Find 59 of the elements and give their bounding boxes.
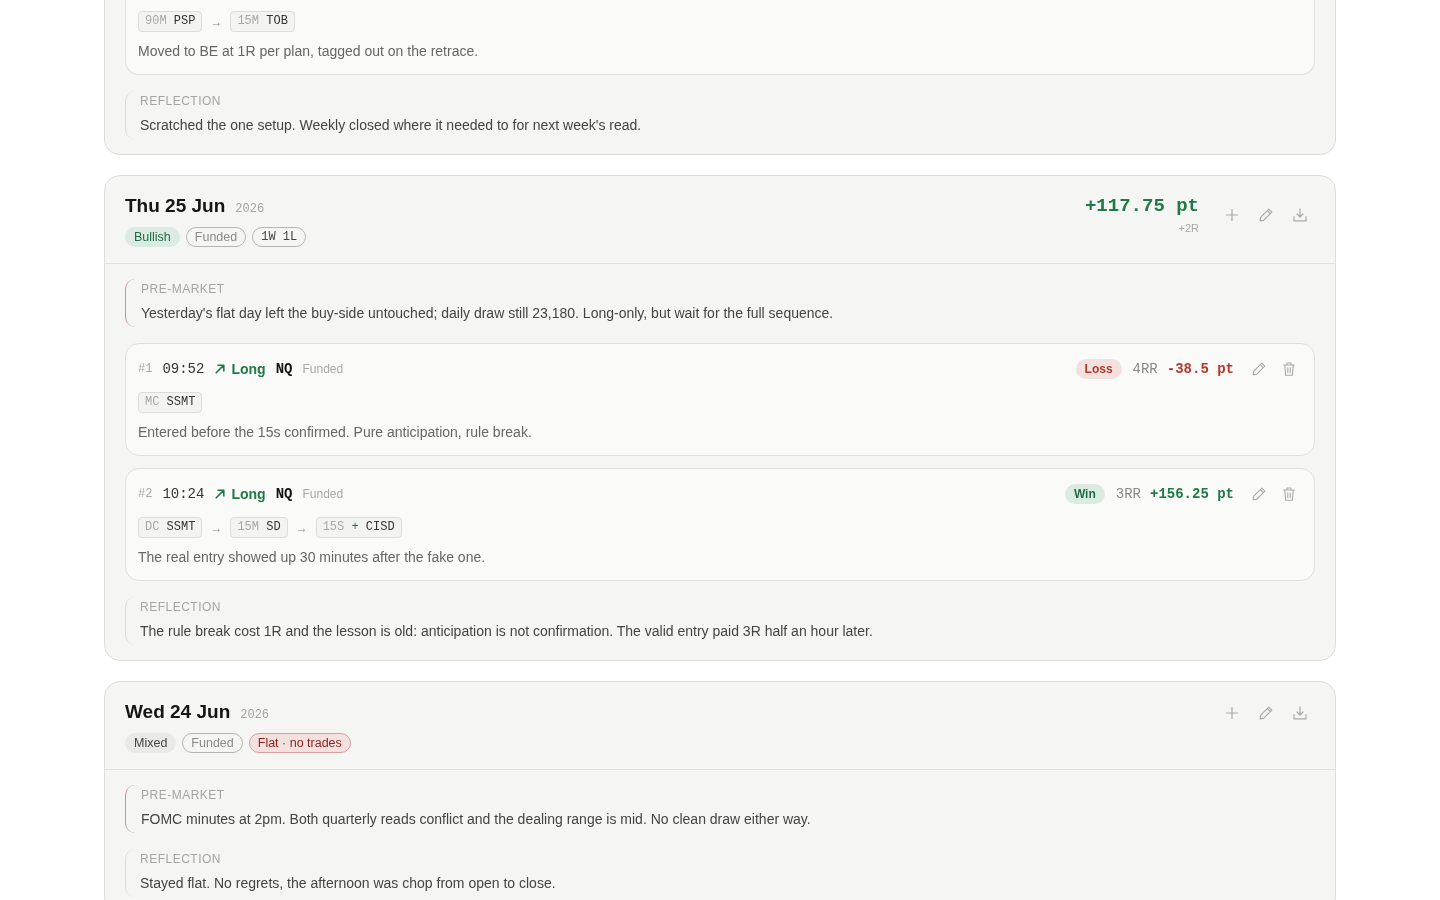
trash-icon	[1283, 487, 1295, 501]
trade-note: Moved to BE at 1R per plan, tagged out on the retrace.	[138, 42, 480, 61]
r-multiple: +2R	[1177, 221, 1199, 235]
note-text: Yesterday's flat day left the buy-side untouched; daily draw still 23,180. Long-only, but wait for the full sequence.	[141, 304, 835, 323]
up-right-arrow-icon	[215, 489, 226, 499]
year-label: 2026	[240, 708, 270, 722]
trade-number: #1	[138, 362, 153, 376]
note-label: PRE-MARKET	[141, 281, 226, 297]
setup-chip: 15S + CISD	[315, 517, 402, 538]
outcome-badge: Loss	[1075, 359, 1122, 379]
trade-pnl: +156.25 pt	[1150, 486, 1234, 502]
risk-reward-label: 4RR	[1132, 361, 1158, 377]
status-tag: Flat · no trades	[248, 733, 351, 753]
note-text: The rule break cost 1R and the lesson is old: anticipation is not confirmation. The valid entry paid 3R half an hour later.	[140, 622, 874, 641]
setup-chip: 15M TOB	[230, 11, 295, 32]
plus-icon	[1226, 707, 1238, 719]
chain-arrow: →	[210, 520, 223, 535]
setup-chip: 15M SD	[230, 517, 288, 538]
account-label: Funded	[302, 362, 344, 376]
download-icon	[1293, 207, 1307, 222]
note-label: REFLECTION	[140, 599, 222, 615]
day-title: Thu 25 Jun	[125, 194, 226, 218]
trash-icon	[1283, 362, 1295, 376]
day-pnl: +117.75 pt	[1084, 194, 1199, 218]
pencil-icon	[1252, 487, 1266, 501]
chain-arrow: →	[295, 520, 308, 535]
setup-chip: MC SSMT	[138, 392, 203, 413]
risk-reward-label: 3RR	[1115, 486, 1141, 502]
symbol-label: NQ	[275, 361, 293, 377]
pencil-icon	[1259, 207, 1273, 222]
bias-tag: Mixed	[125, 733, 177, 753]
year-label: 2026	[235, 202, 265, 216]
note-text: Stayed flat. No regrets, the afternoon was chop from open to close.	[140, 874, 557, 893]
note-label: REFLECTION	[140, 851, 222, 867]
note-label: REFLECTION	[140, 93, 222, 109]
note-text: Scratched the one setup. Weekly closed where it needed to for next week's read.	[140, 116, 643, 135]
day-title: Wed 24 Jun	[125, 700, 231, 724]
trade-number: #2	[138, 487, 153, 501]
setup-chip: 90M PSP	[138, 11, 203, 32]
direction-label: Long	[231, 361, 266, 377]
account-label: Funded	[302, 487, 344, 501]
download-icon	[1293, 706, 1307, 720]
trade-note: Entered before the 15s confirmed. Pure anticipation, rule break.	[138, 423, 533, 442]
outcome-badge: Win	[1064, 484, 1105, 504]
trade-note: The real entry showed up 30 minutes after the fake one.	[138, 548, 487, 567]
trade-time: 09:52	[162, 361, 205, 377]
symbol-label: NQ	[275, 486, 293, 502]
note-label: PRE-MARKET	[141, 787, 226, 803]
note-text: FOMC minutes at 2pm. Both quarterly reads conflict and the dealing range is mid. No clean draw either way.	[141, 810, 812, 829]
trade-pnl: -38.5 pt	[1166, 361, 1234, 377]
setup-chip: DC SSMT	[138, 517, 203, 538]
trade-time: 10:24	[162, 486, 205, 502]
up-right-arrow-icon	[215, 364, 226, 374]
pencil-icon	[1252, 362, 1266, 376]
plus-icon	[1226, 208, 1238, 221]
bias-tag: Bullish	[125, 227, 180, 247]
direction-label: Long	[231, 486, 266, 502]
pencil-icon	[1259, 706, 1273, 720]
chain-arrow: →	[210, 14, 223, 29]
